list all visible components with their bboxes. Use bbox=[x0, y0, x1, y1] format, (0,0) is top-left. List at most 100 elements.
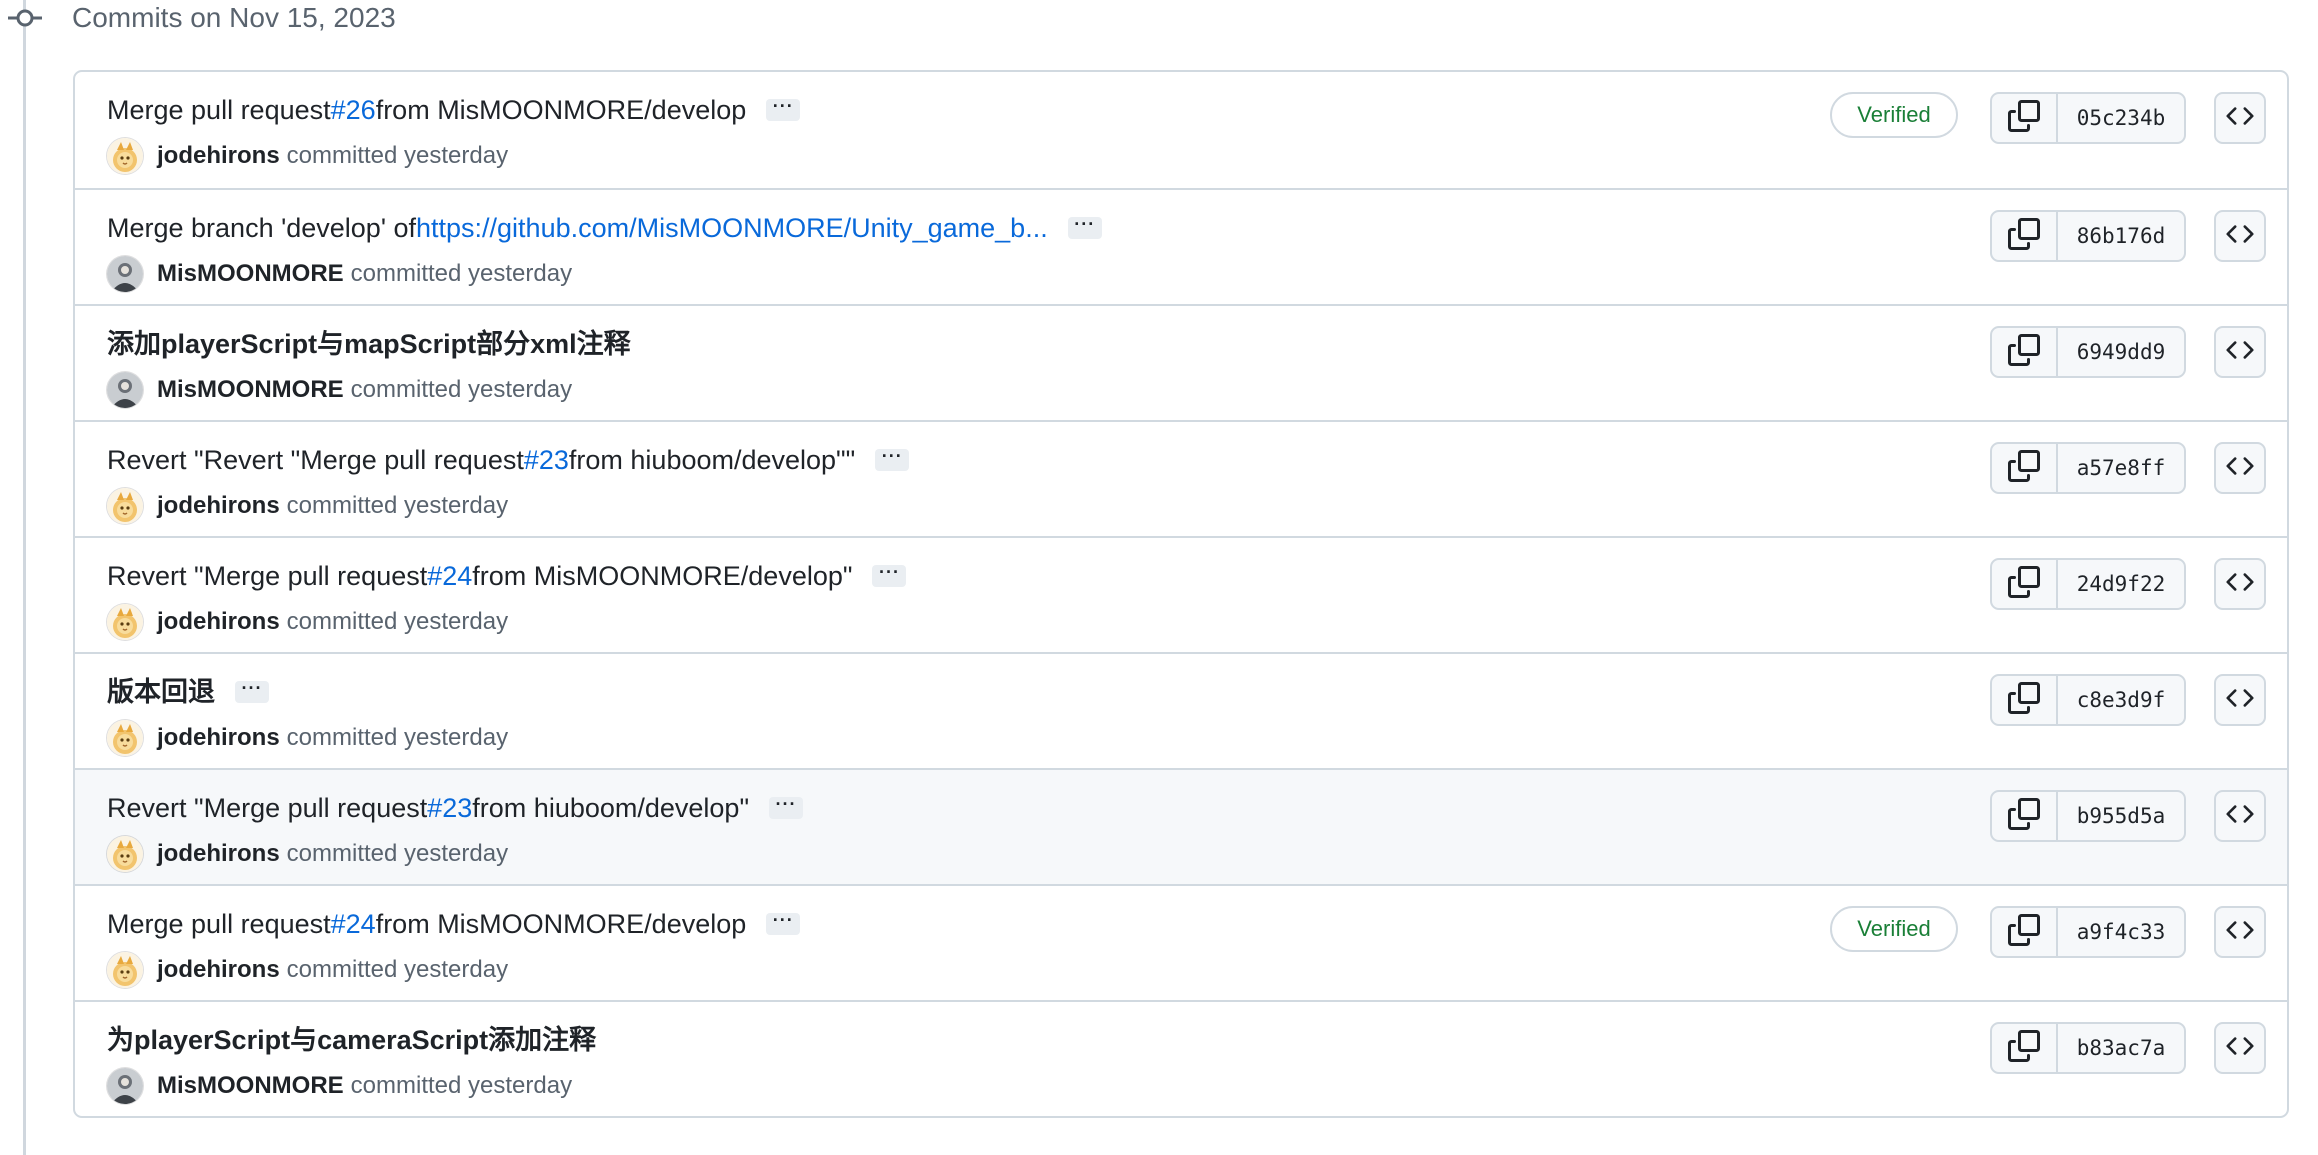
commit-title[interactable]: 为playerScript与cameraScript添加注释 bbox=[107, 1020, 596, 1060]
browse-repo-button[interactable] bbox=[2214, 558, 2266, 610]
code-icon bbox=[2226, 220, 2254, 253]
author-link[interactable]: MisMOONMORE bbox=[157, 1072, 344, 1100]
commit-url-link[interactable]: https://github.com/MisMOONMORE/Unity_gam… bbox=[416, 208, 1048, 248]
commit-title-text[interactable]: Revert "Merge pull request bbox=[107, 788, 427, 828]
commit-sha-link[interactable]: a9f4c33 bbox=[2058, 908, 2184, 956]
author-link[interactable]: jodehirons bbox=[157, 608, 280, 636]
commit-sha-link[interactable]: 05c234b bbox=[2058, 94, 2184, 142]
avatar[interactable] bbox=[107, 256, 143, 292]
commit-time: committed yesterday bbox=[350, 376, 573, 403]
browse-repo-button[interactable] bbox=[2214, 790, 2266, 842]
code-icon bbox=[2226, 102, 2254, 135]
author-link[interactable]: jodehirons bbox=[157, 956, 280, 984]
copy-sha-button[interactable] bbox=[1992, 560, 2058, 608]
code-icon bbox=[2226, 800, 2254, 833]
commit-meta: MisMOONMORE committed yesterday bbox=[107, 370, 572, 410]
pr-link[interactable]: #26 bbox=[331, 90, 376, 130]
commit-title[interactable]: Merge pull request #26 from MisMOONMORE/… bbox=[107, 90, 801, 130]
browse-repo-button[interactable] bbox=[2214, 906, 2266, 958]
copy-icon bbox=[2008, 333, 2040, 371]
commit-title-text[interactable]: Revert "Merge pull request bbox=[107, 556, 427, 596]
commit-title[interactable]: 版本回退 ··· bbox=[107, 672, 269, 712]
avatar[interactable] bbox=[107, 720, 143, 756]
commit-title-text[interactable]: 版本回退 bbox=[107, 672, 215, 712]
author-link[interactable]: MisMOONMORE bbox=[157, 260, 344, 288]
commit-list: Merge pull request #26 from MisMOONMORE/… bbox=[73, 70, 2289, 1118]
commit-title-text[interactable]: Merge pull request bbox=[107, 90, 331, 130]
copy-sha-button[interactable] bbox=[1992, 94, 2058, 142]
commit-title[interactable]: Merge branch 'develop' of https://github… bbox=[107, 208, 1102, 248]
commit-time: committed yesterday bbox=[286, 840, 509, 867]
browse-repo-button[interactable] bbox=[2214, 1022, 2266, 1074]
copy-sha-button[interactable] bbox=[1992, 908, 2058, 956]
commit-title-text[interactable]: Revert "Revert "Merge pull request bbox=[107, 440, 524, 480]
verified-badge[interactable]: Verified bbox=[1830, 92, 1958, 138]
avatar[interactable] bbox=[107, 138, 143, 174]
commit-sha-link[interactable]: 86b176d bbox=[2058, 212, 2184, 260]
copy-sha-button[interactable] bbox=[1992, 676, 2058, 724]
copy-sha-button[interactable] bbox=[1992, 792, 2058, 840]
copy-icon bbox=[2008, 681, 2040, 719]
expand-message-button[interactable]: ··· bbox=[875, 447, 910, 471]
avatar[interactable] bbox=[107, 488, 143, 524]
expand-message-button[interactable]: ··· bbox=[769, 795, 804, 819]
commit-title-text[interactable]: from MisMOONMORE/develop" bbox=[472, 556, 852, 596]
commit-title-text[interactable]: Merge pull request bbox=[107, 904, 331, 944]
commit-title-text[interactable]: from MisMOONMORE/develop bbox=[376, 90, 747, 130]
pr-link[interactable]: #23 bbox=[524, 440, 569, 480]
commit-title[interactable]: Revert "Revert "Merge pull request #23 f… bbox=[107, 440, 910, 480]
avatar[interactable] bbox=[107, 604, 143, 640]
commit-title[interactable]: Revert "Merge pull request #23 from hiub… bbox=[107, 788, 804, 828]
avatar[interactable] bbox=[107, 952, 143, 988]
copy-sha-button[interactable] bbox=[1992, 444, 2058, 492]
commit-title-text[interactable]: from hiuboom/develop"" bbox=[569, 440, 855, 480]
sha-button-group: a9f4c33 bbox=[1990, 906, 2186, 958]
commit-title-text[interactable]: from MisMOONMORE/develop bbox=[376, 904, 747, 944]
code-icon bbox=[2226, 452, 2254, 485]
avatar[interactable] bbox=[107, 836, 143, 872]
expand-message-button[interactable]: ··· bbox=[766, 97, 801, 121]
sha-button-group: b955d5a bbox=[1990, 790, 2186, 842]
commit-meta: jodehirons committed yesterday bbox=[107, 950, 508, 990]
author-link[interactable]: jodehirons bbox=[157, 142, 280, 170]
commit-row: 添加playerScript与mapScript部分xml注释 MisMOONM… bbox=[75, 304, 2287, 420]
author-link[interactable]: jodehirons bbox=[157, 724, 280, 752]
copy-sha-button[interactable] bbox=[1992, 1024, 2058, 1072]
browse-repo-button[interactable] bbox=[2214, 92, 2266, 144]
commit-title-text[interactable]: Merge branch 'develop' of bbox=[107, 208, 416, 248]
browse-repo-button[interactable] bbox=[2214, 674, 2266, 726]
verified-badge[interactable]: Verified bbox=[1830, 906, 1958, 952]
expand-message-button[interactable]: ··· bbox=[766, 911, 801, 935]
copy-sha-button[interactable] bbox=[1992, 328, 2058, 376]
sha-button-group: 05c234b bbox=[1990, 92, 2186, 144]
browse-repo-button[interactable] bbox=[2214, 210, 2266, 262]
pr-link[interactable]: #24 bbox=[331, 904, 376, 944]
browse-repo-button[interactable] bbox=[2214, 326, 2266, 378]
copy-sha-button[interactable] bbox=[1992, 212, 2058, 260]
pr-link[interactable]: #23 bbox=[427, 788, 472, 828]
commit-sha-link[interactable]: c8e3d9f bbox=[2058, 676, 2184, 724]
commit-sha-link[interactable]: 6949dd9 bbox=[2058, 328, 2184, 376]
commit-sha-link[interactable]: b955d5a bbox=[2058, 792, 2184, 840]
expand-message-button[interactable]: ··· bbox=[235, 679, 269, 703]
expand-message-button[interactable]: ··· bbox=[1067, 215, 1102, 239]
commit-title-text[interactable]: 为playerScript与cameraScript添加注释 bbox=[107, 1020, 596, 1060]
commit-title[interactable]: Revert "Merge pull request #24 from MisM… bbox=[107, 556, 907, 596]
avatar[interactable] bbox=[107, 1068, 143, 1104]
commit-sha-link[interactable]: b83ac7a bbox=[2058, 1024, 2184, 1072]
author-link[interactable]: jodehirons bbox=[157, 840, 280, 868]
commit-title[interactable]: 添加playerScript与mapScript部分xml注释 bbox=[107, 324, 631, 364]
commit-sha-link[interactable]: 24d9f22 bbox=[2058, 560, 2184, 608]
commit-title[interactable]: Merge pull request #24 from MisMOONMORE/… bbox=[107, 904, 801, 944]
code-icon bbox=[2226, 568, 2254, 601]
avatar[interactable] bbox=[107, 372, 143, 408]
commit-title-text[interactable]: from hiuboom/develop" bbox=[472, 788, 749, 828]
browse-repo-button[interactable] bbox=[2214, 442, 2266, 494]
copy-icon bbox=[2008, 217, 2040, 255]
author-link[interactable]: MisMOONMORE bbox=[157, 376, 344, 404]
commit-sha-link[interactable]: a57e8ff bbox=[2058, 444, 2184, 492]
expand-message-button[interactable]: ··· bbox=[872, 563, 907, 587]
author-link[interactable]: jodehirons bbox=[157, 492, 280, 520]
commit-title-text[interactable]: 添加playerScript与mapScript部分xml注释 bbox=[107, 324, 631, 364]
pr-link[interactable]: #24 bbox=[427, 556, 472, 596]
